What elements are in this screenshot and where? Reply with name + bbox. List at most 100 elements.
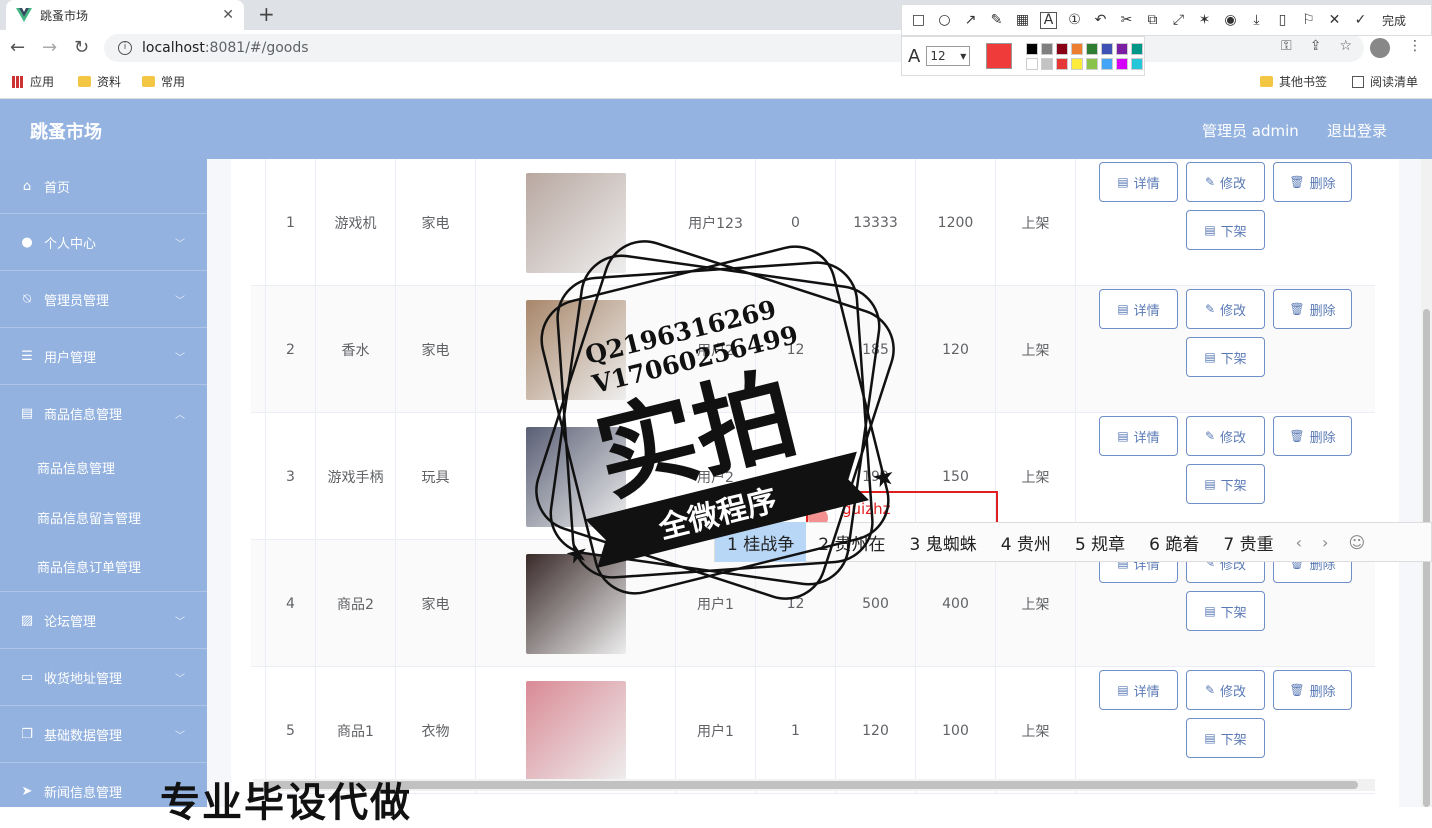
vertical-scrollbar[interactable]: [1421, 159, 1432, 807]
color-swatch[interactable]: [1056, 57, 1069, 70]
phone-icon[interactable]: ▯: [1274, 12, 1291, 29]
menu-kebab-icon[interactable]: ⋮: [1408, 38, 1422, 58]
key-icon[interactable]: ⚿: [1281, 38, 1292, 58]
ime-candidate[interactable]: 2 贵州在: [806, 522, 897, 562]
edit-button[interactable]: ✎ 修改: [1186, 162, 1265, 202]
bookmark-apps[interactable]: 应用: [12, 73, 54, 90]
offline-button[interactable]: ▤ 下架: [1186, 718, 1265, 758]
offline-button[interactable]: ▤ 下架: [1186, 591, 1265, 631]
submenu-goods-orders[interactable]: 商品信息订单管理: [0, 542, 207, 592]
close-icon[interactable]: ✕: [1326, 12, 1343, 29]
emoji-icon[interactable]: ☺: [1338, 533, 1375, 552]
ime-candidate[interactable]: 5 规章: [1063, 522, 1137, 562]
ime-candidate[interactable]: 3 鬼蜘蛛: [897, 522, 988, 562]
color-swatch[interactable]: [1041, 57, 1054, 70]
submenu-goods-comments[interactable]: 商品信息留言管理: [0, 492, 207, 542]
color-swatch[interactable]: [1086, 57, 1099, 70]
bookmark-icon[interactable]: ⚐: [1300, 12, 1317, 29]
arrow-tool-icon[interactable]: ↗: [962, 12, 979, 29]
sidebar-item-address[interactable]: ▭ 收货地址管理 ﹀: [0, 649, 207, 706]
scrollbar-thumb[interactable]: [263, 781, 1358, 789]
record-icon[interactable]: ◉: [1222, 12, 1239, 29]
sidebar-item-base-data[interactable]: ❐ 基础数据管理 ﹀: [0, 706, 207, 763]
download-icon[interactable]: ⤓: [1248, 12, 1265, 29]
color-swatch[interactable]: [1041, 42, 1054, 55]
ellipse-tool-icon[interactable]: ○: [936, 12, 953, 29]
color-swatch[interactable]: [1026, 57, 1039, 70]
font-size-select[interactable]: 12 ▾: [926, 46, 971, 66]
reading-list[interactable]: 阅读清单: [1352, 73, 1418, 90]
color-swatch[interactable]: [1026, 42, 1039, 55]
logout-link[interactable]: 退出登录: [1327, 120, 1387, 141]
name-cell: 香水: [316, 286, 396, 413]
color-swatch[interactable]: [1116, 57, 1129, 70]
mosaic-tool-icon[interactable]: ▦: [1014, 12, 1031, 29]
edit-button[interactable]: ✎ 修改: [1186, 289, 1265, 329]
color-swatch[interactable]: [1131, 42, 1144, 55]
color-swatch[interactable]: [1071, 42, 1084, 55]
site-info-icon[interactable]: i: [118, 41, 132, 55]
offline-button[interactable]: ▤ 下架: [1186, 464, 1265, 504]
color-swatch[interactable]: [1086, 42, 1099, 55]
copy-icon[interactable]: ⧉: [1144, 12, 1161, 29]
edit-icon: ✎: [1204, 683, 1216, 697]
submenu-goods-info[interactable]: 商品信息管理: [0, 442, 207, 492]
rectangle-tool-icon[interactable]: □: [910, 12, 927, 29]
current-color-swatch[interactable]: [986, 43, 1013, 69]
ime-candidate[interactable]: 4 贵州: [989, 522, 1063, 562]
bookmark-folder[interactable]: 常用: [142, 73, 185, 90]
delete-button[interactable]: 🗑 删除: [1273, 162, 1352, 202]
reload-icon[interactable]: ↻: [74, 37, 89, 58]
back-icon[interactable]: ←: [10, 37, 25, 58]
sidebar-item-forum[interactable]: ▨ 论坛管理 ﹀: [0, 592, 207, 649]
sidebar-item-home[interactable]: ⌂ 首页: [0, 159, 207, 214]
number-tool-icon[interactable]: ①: [1066, 12, 1083, 29]
star-icon[interactable]: ☆: [1339, 38, 1352, 58]
undo-icon[interactable]: ↶: [1092, 12, 1109, 29]
address-bar[interactable]: i localhost:8081/#/goods: [104, 34, 1364, 62]
offline-button[interactable]: ▤ 下架: [1186, 337, 1265, 377]
detail-button[interactable]: ▤ 详情: [1099, 162, 1178, 202]
detail-button[interactable]: ▤ 详情: [1099, 416, 1178, 456]
color-swatch[interactable]: [1056, 42, 1069, 55]
new-tab-button[interactable]: +: [258, 2, 275, 26]
bookmark-other[interactable]: 其他书签: [1260, 73, 1327, 90]
color-swatch[interactable]: [1101, 57, 1114, 70]
bookmark-folder[interactable]: 资料: [78, 73, 121, 90]
bell-off-icon: ⍉: [23, 291, 31, 307]
detail-button[interactable]: ▤ 详情: [1099, 670, 1178, 710]
browser-tab[interactable]: 跳蚤市场 ✕: [6, 0, 244, 30]
delete-button[interactable]: 🗑 删除: [1273, 670, 1352, 710]
color-swatch[interactable]: [1071, 57, 1084, 70]
close-tab-icon[interactable]: ✕: [222, 7, 234, 23]
check-icon[interactable]: ✓: [1352, 12, 1369, 29]
expand-icon[interactable]: ⤢: [1170, 12, 1187, 29]
delete-button[interactable]: 🗑 删除: [1273, 416, 1352, 456]
pin-icon[interactable]: ✶: [1196, 12, 1213, 29]
horizontal-scrollbar[interactable]: [253, 779, 1375, 791]
ime-next-icon[interactable]: ›: [1312, 533, 1338, 552]
ime-candidate[interactable]: 1 桂战争: [715, 522, 807, 562]
edit-button[interactable]: ✎ 修改: [1186, 670, 1265, 710]
done-button[interactable]: 完成: [1382, 12, 1406, 29]
color-swatch[interactable]: [1101, 42, 1114, 55]
delete-button[interactable]: 🗑 删除: [1273, 289, 1352, 329]
crop-icon[interactable]: ✂: [1118, 12, 1135, 29]
detail-button[interactable]: ▤ 详情: [1099, 289, 1178, 329]
profile-avatar[interactable]: [1370, 38, 1390, 58]
sidebar-item-personal-center[interactable]: ● 个人中心 ﹀: [0, 214, 207, 271]
ime-candidate[interactable]: 7 贵重: [1211, 522, 1285, 562]
color-swatch[interactable]: [1116, 42, 1129, 55]
ime-prev-icon[interactable]: ‹: [1286, 533, 1312, 552]
sidebar-item-users[interactable]: ☰ 用户管理 ﹀: [0, 328, 207, 385]
pen-tool-icon[interactable]: ✎: [988, 12, 1005, 29]
color-swatch[interactable]: [1131, 57, 1144, 70]
forward-icon[interactable]: →: [42, 37, 57, 58]
sidebar-item-goods[interactable]: ▤ 商品信息管理 ︿: [0, 385, 207, 442]
sidebar-item-admin[interactable]: ⍉ 管理员管理 ﹀: [0, 271, 207, 328]
offline-button[interactable]: ▤ 下架: [1186, 210, 1265, 250]
ime-candidate[interactable]: 6 跪着: [1137, 522, 1211, 562]
text-tool-icon[interactable]: A: [1040, 11, 1057, 29]
share-icon[interactable]: ⇪: [1310, 38, 1322, 58]
edit-button[interactable]: ✎ 修改: [1186, 416, 1265, 456]
